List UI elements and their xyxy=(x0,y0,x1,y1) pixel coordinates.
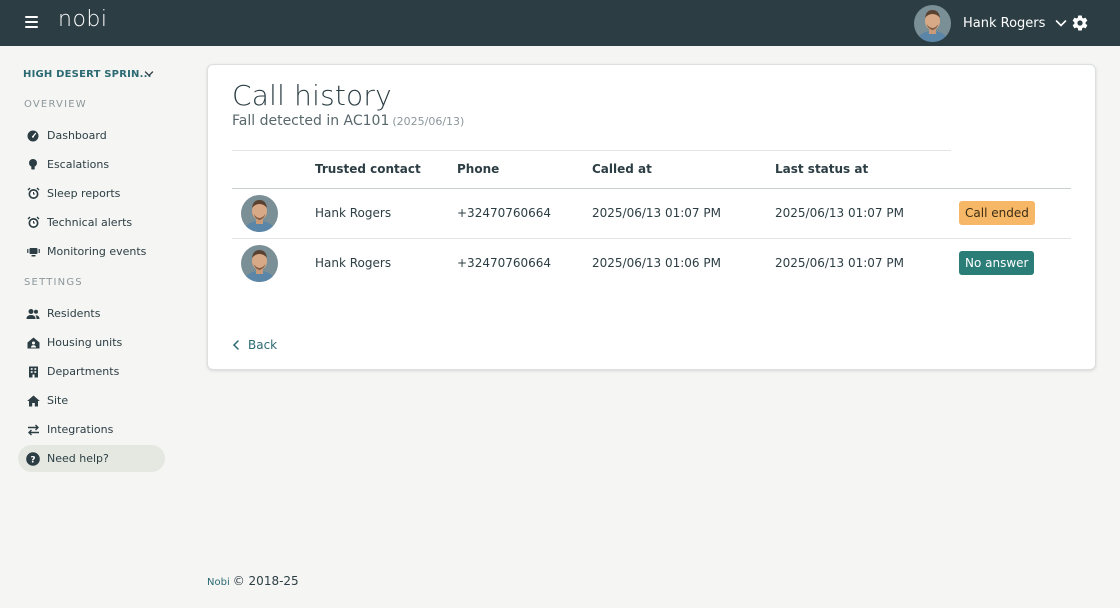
chevron-down-icon xyxy=(144,71,154,77)
sidebar: HIGH DESERT SPRIN... OVERVIEW Dashboard … xyxy=(0,46,185,566)
phone-number: +32470760664 xyxy=(457,256,552,270)
sidebar-item-label: Technical alerts xyxy=(47,216,133,229)
sidebar-item-label: Site xyxy=(47,394,69,407)
avatar xyxy=(241,245,278,282)
menu-icon[interactable] xyxy=(25,16,38,28)
app-logo[interactable]: nobi xyxy=(58,7,107,32)
column-header-trusted-contact: Trusted contact xyxy=(315,162,421,176)
page-subtitle: Fall detected in AC101 (2025/06/13) xyxy=(232,113,464,129)
back-label: Back xyxy=(248,338,278,352)
swap-arrows-icon xyxy=(26,423,40,437)
column-header-called-at: Called at xyxy=(592,162,652,176)
section-label-overview: OVERVIEW xyxy=(24,99,87,110)
alarm-clock-icon xyxy=(26,216,40,230)
contact-name: Hank Rogers xyxy=(315,256,392,270)
avatar xyxy=(914,4,951,42)
sidebar-item-monitoring-events[interactable]: Monitoring events xyxy=(18,238,165,265)
column-header-last-status-at: Last status at xyxy=(775,162,869,176)
sidebar-item-sleep-reports[interactable]: Sleep reports xyxy=(18,180,165,207)
user-menu[interactable]: Hank Rogers xyxy=(914,4,1067,42)
chevron-down-icon xyxy=(1056,20,1067,27)
contact-name: Hank Rogers xyxy=(315,206,392,220)
house-person-icon xyxy=(26,336,40,350)
avatar xyxy=(241,195,278,232)
sidebar-item-technical-alerts[interactable]: Technical alerts xyxy=(18,209,165,236)
event-date: (2025/06/13) xyxy=(392,115,465,128)
sidebar-item-label: Departments xyxy=(47,365,120,378)
sidebar-item-label: Monitoring events xyxy=(47,245,147,258)
sidebar-item-label: Integrations xyxy=(47,423,114,436)
gauge-icon xyxy=(26,129,40,143)
page-title: Call history xyxy=(232,79,392,112)
row-divider xyxy=(232,238,1071,239)
sidebar-item-label: Residents xyxy=(47,307,101,320)
column-header-phone: Phone xyxy=(457,162,500,176)
footer-copyright: © 2018-25 xyxy=(232,574,299,588)
table-top-divider xyxy=(232,150,951,151)
sidebar-item-label: Need help? xyxy=(47,452,109,465)
sidebar-item-dashboard[interactable]: Dashboard xyxy=(18,122,165,149)
last-status-at: 2025/06/13 01:07 PM xyxy=(775,206,904,220)
call-history-card: Call history Fall detected in AC101 (2025… xyxy=(207,64,1096,370)
sidebar-item-integrations[interactable]: Integrations xyxy=(18,416,165,443)
user-name: Hank Rogers xyxy=(963,15,1046,31)
sidebar-item-label: Housing units xyxy=(47,336,123,349)
footer-brand-link[interactable]: Nobi xyxy=(207,577,230,588)
sidebar-item-residents[interactable]: Residents xyxy=(18,300,165,327)
top-bar: nobi Hank Rogers xyxy=(0,0,1120,46)
back-link[interactable]: Back xyxy=(232,338,277,352)
home-icon xyxy=(26,394,40,408)
help-icon: ? xyxy=(26,451,40,466)
called-at: 2025/06/13 01:06 PM xyxy=(592,256,721,270)
building-icon xyxy=(26,365,40,379)
svg-text:?: ? xyxy=(30,455,35,465)
sidebar-item-escalations[interactable]: Escalations xyxy=(18,151,165,178)
alarm-clock-icon xyxy=(26,187,40,201)
phone-number: +32470760664 xyxy=(457,206,552,220)
event-description: Fall detected in AC101 xyxy=(232,113,390,129)
table-header-divider xyxy=(232,188,1071,189)
status-badge: No answer xyxy=(959,251,1035,275)
last-status-at: 2025/06/13 01:07 PM xyxy=(775,256,904,270)
sidebar-item-site[interactable]: Site xyxy=(18,387,165,414)
sidebar-item-label: Escalations xyxy=(47,158,110,171)
sidebar-item-need-help[interactable]: ? Need help? xyxy=(18,445,165,472)
section-label-settings: SETTINGS xyxy=(24,277,83,288)
monitor-icon xyxy=(26,245,40,259)
site-name: HIGH DESERT SPRIN... xyxy=(23,68,152,80)
status-badge: Call ended xyxy=(959,201,1035,225)
chevron-left-icon xyxy=(232,340,239,350)
site-selector[interactable]: HIGH DESERT SPRIN... xyxy=(23,67,163,81)
sidebar-item-label: Sleep reports xyxy=(47,187,121,200)
footer: Nobi © 2018-25 xyxy=(207,574,299,588)
people-icon xyxy=(26,307,40,321)
lightbulb-icon xyxy=(26,158,40,172)
sidebar-item-departments[interactable]: Departments xyxy=(18,358,165,385)
called-at: 2025/06/13 01:07 PM xyxy=(592,206,721,220)
gear-icon[interactable] xyxy=(1071,14,1089,32)
sidebar-item-label: Dashboard xyxy=(47,129,107,142)
sidebar-item-housing-units[interactable]: Housing units xyxy=(18,329,165,356)
